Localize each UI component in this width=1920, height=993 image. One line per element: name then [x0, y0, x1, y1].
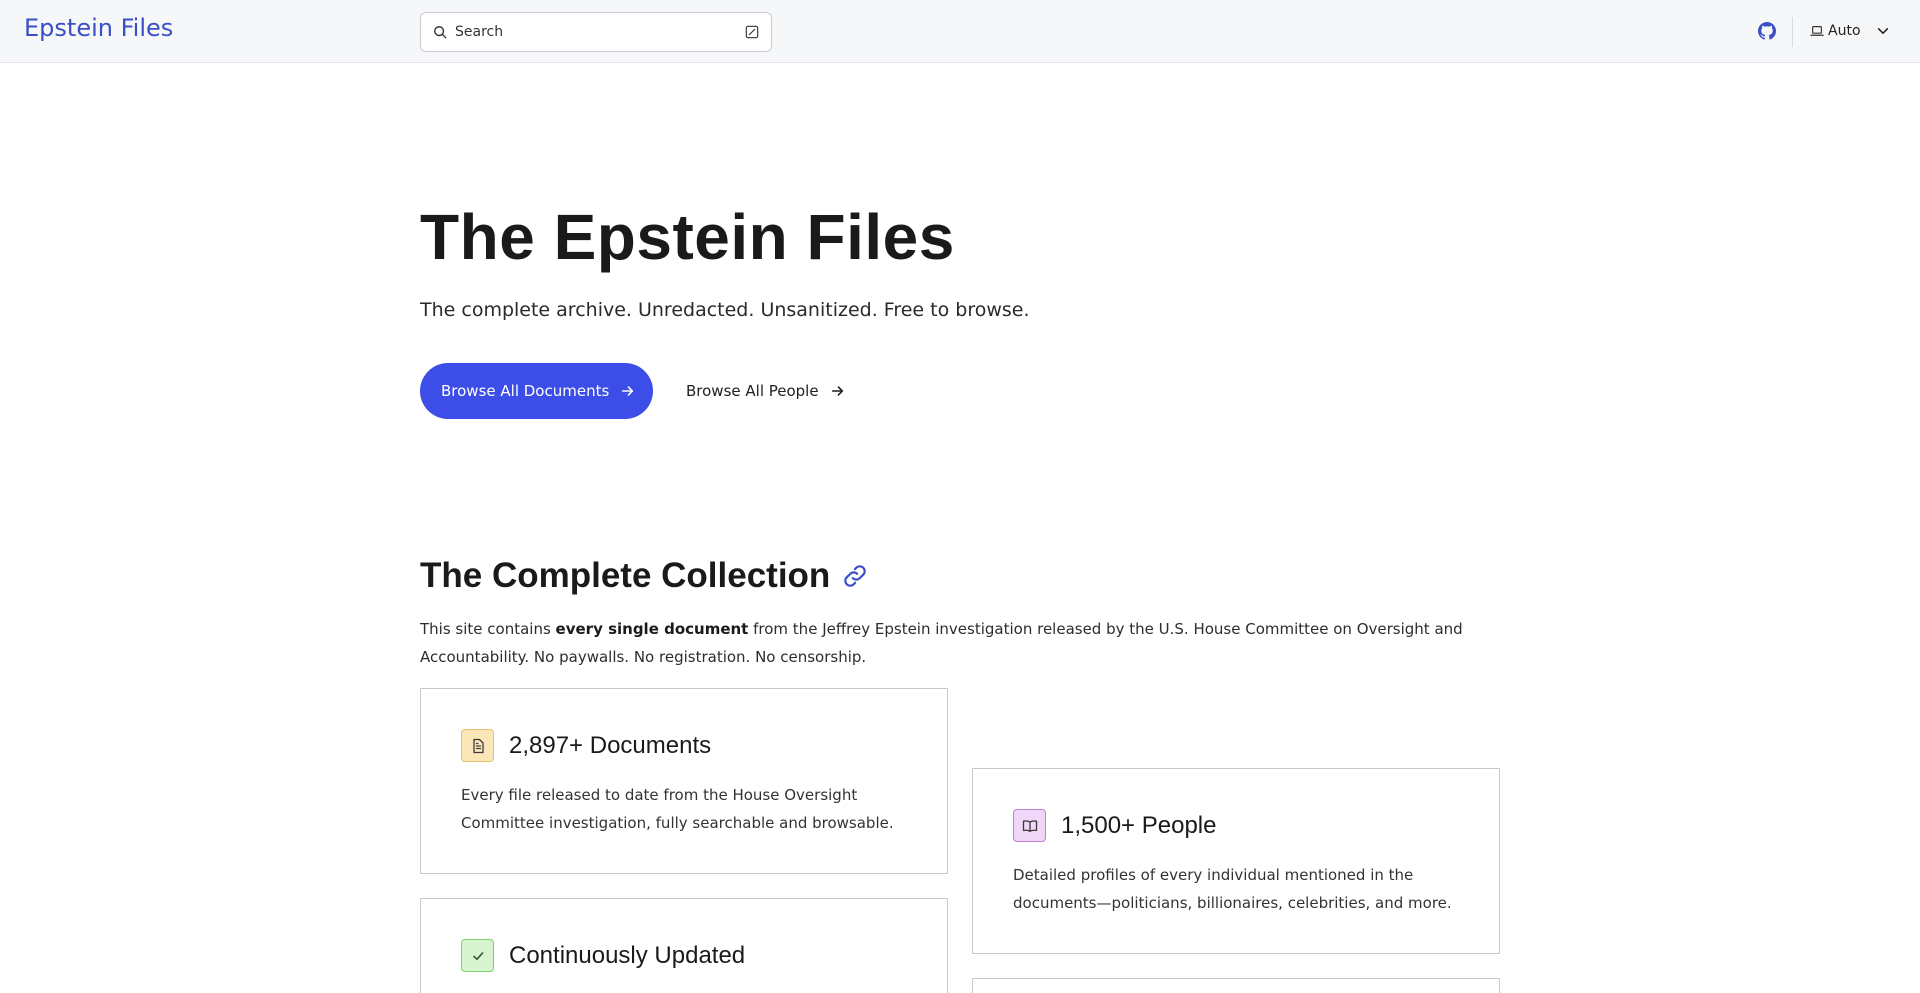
hero-subtitle: The complete archive. Unredacted. Unsani… — [420, 299, 1030, 321]
site-brand-link[interactable]: Epstein Files — [24, 14, 173, 42]
search-box[interactable] — [420, 12, 772, 52]
check-icon — [461, 939, 494, 972]
search-input[interactable] — [455, 24, 745, 40]
theme-selector-label: Auto — [1828, 23, 1861, 39]
browse-all-people-label: Browse All People — [686, 382, 819, 400]
anchor-link-icon[interactable] — [842, 563, 868, 589]
search-icon — [434, 26, 447, 39]
chevron-down-icon[interactable] — [1876, 24, 1890, 38]
feature-card-title: Continuously Updated — [509, 941, 746, 969]
header-divider — [1792, 17, 1793, 47]
feature-card-title: 1,500+ People — [1061, 811, 1217, 839]
section-description: This site contains every single document… — [420, 615, 1520, 671]
description-emphasis: every single document — [555, 620, 749, 638]
arrow-right-icon — [622, 386, 634, 396]
section-heading: The Complete Collection — [420, 556, 868, 596]
top-navigation-bar: Epstein Files Auto — [0, 0, 1920, 63]
keyboard-shortcut-icon — [745, 25, 759, 39]
browse-all-documents-button[interactable]: Browse All Documents — [420, 363, 653, 419]
theme-selector[interactable]: Auto — [1810, 20, 1861, 42]
section-heading-text: The Complete Collection — [420, 556, 831, 595]
feature-card — [972, 978, 1500, 993]
page-title: The Epstein Files — [420, 201, 955, 273]
book-icon — [1013, 809, 1046, 842]
document-icon — [461, 729, 494, 762]
feature-card-updates: Continuously Updated — [420, 898, 948, 993]
feature-card-title: 2,897+ Documents — [509, 731, 712, 759]
github-icon[interactable] — [1758, 22, 1776, 40]
laptop-icon — [1810, 26, 1824, 36]
browse-all-people-link[interactable]: Browse All People — [686, 378, 845, 404]
arrow-right-icon — [831, 386, 843, 396]
feature-card-description: Detailed profiles of every individual me… — [1013, 866, 1452, 912]
feature-card-description: Every file released to date from the Hou… — [461, 786, 894, 832]
feature-card-people: 1,500+ People Detailed profiles of every… — [972, 768, 1500, 954]
feature-card-documents: 2,897+ Documents Every file released to … — [420, 688, 948, 874]
browse-all-documents-label: Browse All Documents — [441, 382, 610, 400]
description-start: This site contains — [420, 620, 556, 638]
